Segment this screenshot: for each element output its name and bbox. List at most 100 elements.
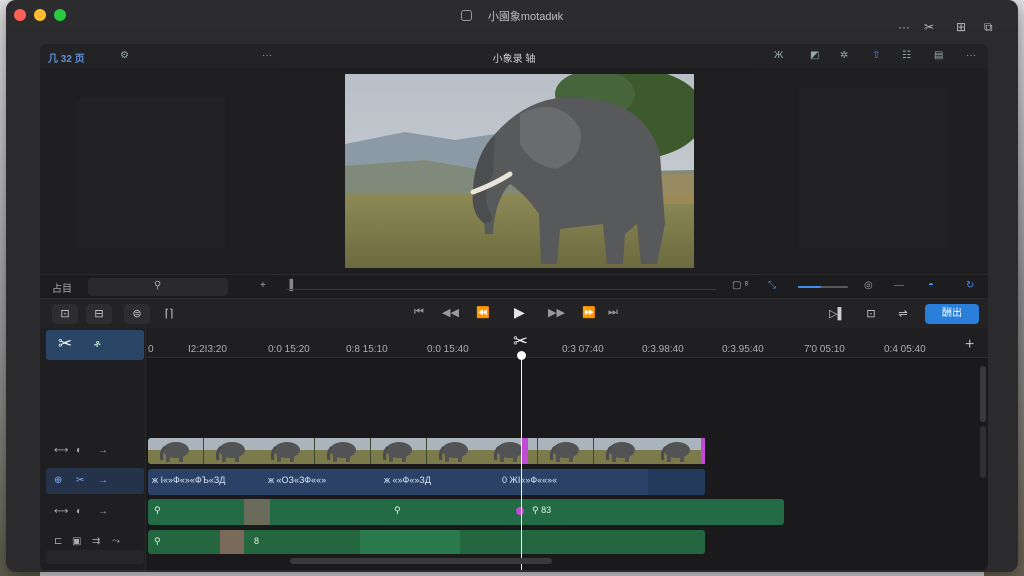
elephant-preview-image — [345, 74, 694, 268]
ruler-tick: 7'0 05:10 — [804, 344, 845, 355]
clip-thumbnail — [148, 438, 203, 464]
skip-back-icon[interactable]: ⏮ — [414, 306, 424, 319]
preview-button[interactable]: ⊡ — [858, 304, 884, 324]
clip-thumbnail — [593, 438, 649, 464]
select-tool-button[interactable]: ⊡ — [52, 304, 78, 324]
track-header-music[interactable]: ⟷ ◐ → — [46, 499, 144, 525]
clip-marker[interactable] — [522, 438, 528, 464]
share-icon[interactable]: ⇧ — [872, 50, 880, 61]
trim-tool-button[interactable]: ⊟ — [86, 304, 112, 324]
editor-app: 几 32 页 ⚙ ··· 小象录 轴 Ж ◩ ✲ ⇧ ☷ ▤ ··· 占目 ⚲ … — [40, 44, 988, 570]
ruler-tick: 0:3.98:40 — [642, 344, 684, 355]
more-icon[interactable]: ··· — [898, 20, 910, 34]
effects-clip-label: 8 — [254, 536, 260, 546]
effects-clip-label: ⚲ — [154, 536, 161, 546]
effects-clip[interactable]: ⚲ 8 — [148, 530, 705, 554]
rewind-icon[interactable]: ◀◀ — [442, 306, 459, 319]
play-button[interactable]: ▶ — [514, 304, 525, 321]
crop-tool-icon[interactable]: ⤡ — [768, 280, 776, 291]
adjust-icon[interactable]: ☷ — [902, 50, 911, 61]
ruler-tick: 0:0 15:40 — [427, 344, 469, 355]
zoom-slider-fill — [798, 286, 821, 288]
speed-icon[interactable]: ◓ — [928, 280, 934, 291]
media-label[interactable]: 占目 — [52, 280, 72, 295]
music-clip-label: ⚲ — [154, 505, 161, 515]
mute-icon[interactable]: ◐ — [76, 506, 82, 517]
audio-clip-label: ж «»Ф«»ЗД — [384, 475, 431, 485]
playhead-line[interactable] — [521, 352, 522, 570]
track-header-audio[interactable]: ⊕ ✂ → — [46, 468, 144, 494]
audio-clip-label: ж І«»Ф«»«ФЪ«ЗД — [152, 475, 226, 485]
resize-icon[interactable]: ⟷ — [54, 445, 68, 456]
effects-clip-thumbnail — [220, 530, 244, 554]
arrow-icon[interactable]: → — [98, 475, 108, 486]
clip-thumbnail — [482, 438, 538, 464]
layout-icon[interactable]: ⊞ — [956, 20, 966, 34]
step-forward-icon[interactable]: ⏩ — [582, 306, 596, 319]
audio-clip[interactable]: ж І«»Ф«»«ФЪ«ЗД ж «ОЗ«ЗФ««» ж «»Ф«»ЗД 0 Ж… — [148, 469, 705, 495]
link-icon[interactable]: ⊕ — [54, 475, 62, 486]
vertical-scrollbar[interactable] — [980, 366, 986, 422]
vertical-scrollbar-lower[interactable] — [980, 426, 986, 478]
clip-end-marker[interactable] — [701, 438, 705, 464]
blade-tool-header[interactable]: ✂ ቶ — [46, 330, 144, 360]
track-headers: ✂ ቶ ⟷ ◐ → ⊕ ✂ → ⟷ ◐ → ⊏ ▣ ⇉ ⤳ — [40, 328, 146, 570]
window-toggle-icon[interactable]: ⧉ — [984, 20, 993, 35]
aspect-icon[interactable]: ▢ ⁸ — [732, 280, 748, 291]
position-tool-button[interactable]: ⊜ — [124, 304, 150, 324]
effects-icon[interactable]: ✲ — [840, 50, 848, 61]
forward-icon[interactable]: ⇉ — [92, 536, 100, 547]
fast-forward-icon[interactable]: ▶▶ — [548, 306, 565, 319]
range-tool-button[interactable]: ⌈⌉ — [156, 304, 182, 324]
ruler-tick: 0:0 15:20 — [268, 344, 310, 355]
scrub-track[interactable] — [286, 289, 716, 290]
scissors-icon: ✂ — [58, 334, 73, 353]
clip-thumbnail — [426, 438, 482, 464]
clip-thumbnail — [370, 438, 426, 464]
ruler-tick: I2:2I3:20 — [188, 344, 227, 355]
ruler-tick: 0 — [148, 344, 154, 355]
snapshot-button[interactable]: ▷▌ — [824, 304, 850, 324]
search-field[interactable]: ⚲ — [88, 278, 228, 296]
arrow-icon[interactable]: → — [98, 445, 108, 456]
music-clip[interactable]: ⚲ ⚲ ⚲ 83 — [148, 499, 784, 525]
effects-clip-segment — [360, 530, 460, 554]
crop-icon[interactable]: Ж — [774, 50, 783, 61]
mute-icon[interactable]: ◐ — [76, 445, 82, 456]
mixer-button[interactable]: ⇌ — [890, 304, 916, 324]
inspector-icon[interactable]: ▤ — [934, 50, 943, 61]
app-icon — [460, 10, 472, 21]
refresh-icon[interactable]: ↻ — [966, 280, 974, 291]
browser-placeholder — [76, 98, 226, 248]
audio-icon[interactable]: ◎ — [864, 280, 873, 291]
add-icon[interactable]: + — [260, 280, 266, 291]
music-clip-label: ⚲ 83 — [532, 505, 552, 515]
keyframe-marker[interactable] — [516, 507, 524, 515]
track-header-video[interactable]: ⟷ ◐ → — [46, 438, 144, 464]
add-track-icon[interactable]: + — [965, 336, 974, 354]
clip-thumbnail — [649, 438, 705, 464]
color-icon[interactable]: ◩ — [810, 50, 819, 61]
zoom-slider[interactable] — [798, 286, 848, 288]
audio-clip-label: ж «ОЗ«ЗФ««» — [268, 475, 327, 485]
video-viewer[interactable] — [345, 74, 694, 268]
export-button[interactable]: 酬出 — [925, 304, 979, 324]
top-toolbar: 几 32 页 ⚙ ··· 小象录 轴 Ж ◩ ✲ ⇧ ☷ ▤ ··· — [40, 44, 988, 68]
timeline-ruler[interactable]: 0 I2:2I3:20 0:0 15:20 0:8 15:10 0:0 15:4… — [146, 328, 988, 358]
scissors-icon[interactable]: ✂ — [924, 20, 934, 34]
arrow-icon[interactable]: → — [98, 506, 108, 517]
video-clip[interactable] — [148, 438, 705, 464]
cut-icon[interactable]: ✂ — [76, 475, 84, 486]
more-icon[interactable]: ··· — [966, 50, 976, 61]
media-browser-panel — [40, 68, 276, 274]
resize-icon[interactable]: ⟷ — [54, 506, 68, 517]
folder-icon[interactable]: ⊏ — [54, 536, 62, 547]
skip-forward-icon[interactable]: ⏭ — [608, 306, 618, 319]
image-icon[interactable]: ▣ — [72, 536, 81, 547]
minus-icon[interactable]: — — [894, 280, 904, 291]
scissors-icon[interactable]: ✂ — [513, 331, 528, 352]
share-icon[interactable]: ⤳ — [112, 536, 120, 547]
playhead-handle[interactable] — [517, 351, 526, 360]
horizontal-scrollbar[interactable] — [290, 558, 552, 564]
step-back-icon[interactable]: ⏪ — [476, 306, 490, 319]
